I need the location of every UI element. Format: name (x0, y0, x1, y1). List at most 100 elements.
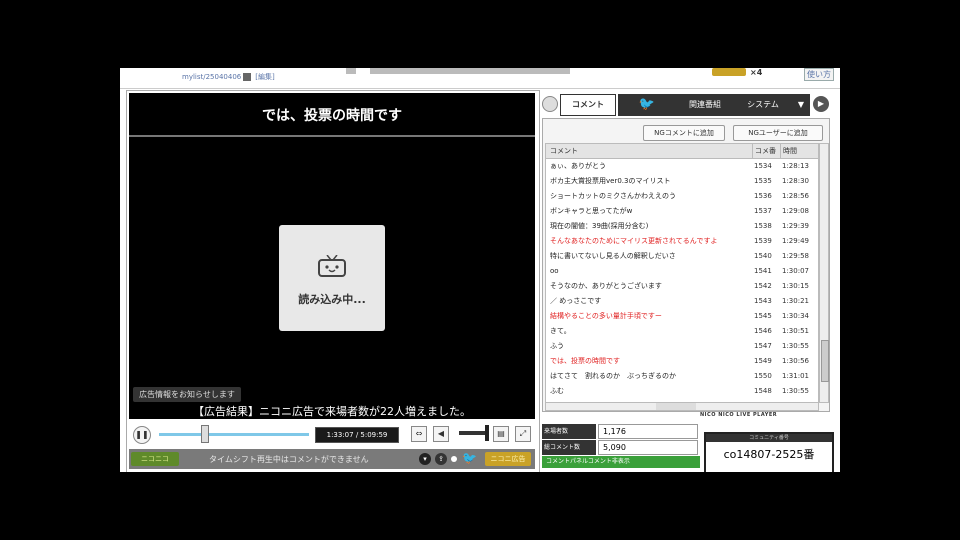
comment-row[interactable]: ふう 1547 1:30:55 (546, 339, 818, 354)
comment-row[interactable]: では、投票の時間です 1549 1:30:56 (546, 354, 818, 369)
volume-slider[interactable] (459, 431, 487, 435)
play-circle-icon[interactable]: ▶ (813, 96, 829, 112)
telop-bar: では、投票の時間です (129, 93, 535, 137)
howto-button[interactable]: 使い方 (804, 68, 834, 81)
comment-row[interactable]: 特に書いてないし見る人の解釈しだいさ 1540 1:29:58 (546, 249, 818, 264)
scroll-thumb[interactable] (821, 340, 829, 382)
comment-number: 1539 (754, 237, 772, 245)
share-icon[interactable]: ⇪ (435, 453, 447, 465)
comment-text: そんなあなたのためにマイリス更新されてるんですよ (550, 237, 718, 245)
comment-scrollbar[interactable] (819, 143, 829, 403)
comment-row[interactable]: そんなあなたのためにマイリス更新されてるんですよ 1539 1:29:49 (546, 234, 818, 249)
share-arrow-icon[interactable]: ▾ (419, 453, 431, 465)
video-player: では、投票の時間です 読み込み中... 広告情報をお知らせします 【広告結果】ニ… (126, 90, 540, 472)
comment-row[interactable]: はてさて 割れるのか ぶっちぎるのか 1550 1:31:01 (546, 369, 818, 384)
loading-box: 読み込み中... (279, 225, 385, 331)
stats-box: 来場者数 1,176 総コメント数 5,090 コメントパネルコメント非表示 (542, 424, 700, 470)
comment-row[interactable]: 結構やることの多い量計手頃ですー 1545 1:30:34 (546, 309, 818, 324)
comment-row[interactable]: きて。 1546 1:30:51 (546, 324, 818, 339)
col-time[interactable]: 時間 (780, 144, 819, 158)
volume-icon[interactable]: ◀ (433, 426, 449, 442)
comment-row[interactable]: ショートカットのミクさんかわええのう 1536 1:28:56 (546, 189, 818, 204)
comment-text: ／ めっさこです (550, 297, 602, 305)
tab-twitter[interactable]: 🐦 (618, 94, 676, 116)
mylist-id[interactable]: mylist/25040406 (182, 73, 241, 81)
comment-time: 1:30:07 (782, 267, 809, 275)
comment-time: 1:29:58 (782, 252, 809, 260)
mylist-icon (243, 73, 252, 81)
community-box[interactable]: コミュニティ番号 co14807-2525番 (704, 432, 834, 472)
tab-comment[interactable]: コメント (560, 94, 616, 116)
tab-related[interactable]: 関連番組 (676, 94, 734, 116)
comment-number: 1547 (754, 342, 772, 350)
comment-toggle-icon[interactable]: ▤ (493, 426, 509, 442)
loading-text: 読み込み中... (298, 293, 366, 306)
comment-number: 1549 (754, 357, 772, 365)
pause-button[interactable]: ❚❚ (133, 426, 151, 444)
col-comment-no[interactable]: コメ番 (752, 144, 781, 158)
edit-link[interactable]: [編集] (255, 73, 274, 81)
ad-notice[interactable]: 広告情報をお知らせします (133, 387, 241, 402)
comment-row[interactable]: そうなのか、ありがとうございます 1542 1:30:15 (546, 279, 818, 294)
comment-row[interactable]: ボカ主大賞投票用ver0.3のマイリスト 1535 1:28:30 (546, 174, 818, 189)
ng-comment-button[interactable]: NGコメントに追加 (643, 125, 725, 141)
comment-number: 1541 (754, 267, 772, 275)
dot-icon[interactable] (451, 456, 457, 462)
comment-time: 1:28:56 (782, 192, 809, 200)
tab-more-arrow[interactable]: ▼ (792, 94, 810, 116)
comment-time: 1:30:34 (782, 312, 809, 320)
comment-time: 1:30:51 (782, 327, 809, 335)
top-blur-2 (370, 68, 570, 74)
comment-row[interactable]: ぁぃ、ありがとう 1534 1:28:13 (546, 159, 818, 174)
comment-row[interactable]: ／ めっさこです 1543 1:30:21 (546, 294, 818, 309)
comment-time: 1:28:13 (782, 162, 809, 170)
twitter-icon[interactable]: 🐦 (462, 451, 477, 465)
fit-screen-button[interactable]: ⇔ (411, 426, 427, 442)
tab-system[interactable]: システム (734, 94, 792, 116)
comment-row[interactable]: 現在の闇値：39曲(採用分含む) 1538 1:29:39 (546, 219, 818, 234)
comment-time: 1:30:55 (782, 342, 809, 350)
ng-user-button[interactable]: NGユーザーに追加 (733, 125, 823, 141)
comment-row[interactable]: ボンキャラと思ってたがw 1537 1:29:08 (546, 204, 818, 219)
comment-number: 1550 (754, 372, 772, 380)
comment-time: 1:31:01 (782, 372, 809, 380)
seek-handle[interactable] (201, 425, 209, 443)
nicoad-button[interactable]: ニコニ広告 (485, 452, 531, 466)
comment-input-bar: ニコニコ タイムシフト再生中はコメントができません ▾ ⇪ 🐦 ニコニ広告 (129, 449, 535, 469)
seek-bar[interactable] (159, 433, 309, 436)
h-scroll-thumb[interactable] (656, 403, 696, 410)
comment-text: 現在の闇値：39曲(採用分含む) (550, 222, 649, 230)
comment-number: 1538 (754, 222, 772, 230)
coin-count: ×4 (750, 68, 763, 77)
comment-text: ぁぃ、ありがとう (550, 162, 606, 170)
comment-time: 1:29:08 (782, 207, 809, 215)
comment-row[interactable]: oo 1541 1:30:07 (546, 264, 818, 279)
volume-handle[interactable] (485, 425, 489, 441)
comment-number: 1543 (754, 297, 772, 305)
comment-number: 1546 (754, 327, 772, 335)
comment-time: 1:30:56 (782, 357, 809, 365)
comment-hide-toggle[interactable]: コメントパネルコメント非表示 (542, 456, 700, 468)
comment-number: 1540 (754, 252, 772, 260)
mylist-link[interactable]: mylist/25040406 [編集] (182, 72, 275, 82)
comment-number: 1542 (754, 282, 772, 290)
video-area[interactable]: 読み込み中... 広告情報をお知らせします 【広告結果】ニコニ広告で来場者数が2… (129, 137, 535, 419)
comment-text: では、投票の時間です (550, 357, 620, 365)
top-blur-1 (346, 68, 356, 74)
ad-result-count: 22 (380, 405, 394, 418)
fullscreen-button[interactable]: ⤢ (515, 426, 531, 442)
col-comment[interactable]: コメント (550, 144, 578, 158)
comment-number: 1548 (754, 387, 772, 395)
comment-text: ショートカットのミクさんかわええのう (550, 192, 676, 200)
comment-text: そうなのか、ありがとうございます (550, 282, 662, 290)
page-frame: mylist/25040406 [編集] ×4 使い方 では、投票の時間です 読み… (120, 68, 840, 472)
niconico-logo[interactable]: ニコニコ (131, 452, 179, 466)
comment-time: 1:29:39 (782, 222, 809, 230)
visitors-label: 来場者数 (542, 424, 596, 439)
player-brand: NICO NICO LIVE PLAYER (700, 412, 778, 418)
comment-row[interactable]: ふむ 1548 1:30:55 (546, 384, 818, 399)
comment-h-scrollbar[interactable] (545, 402, 819, 411)
side-panel: コメント 🐦 関連番組 システム ▼ ▶ NGコメントに追加 NGユーザーに追加… (540, 90, 836, 472)
community-id: co14807-2525番 (723, 448, 815, 461)
panel-toggle-icon[interactable] (542, 96, 558, 112)
